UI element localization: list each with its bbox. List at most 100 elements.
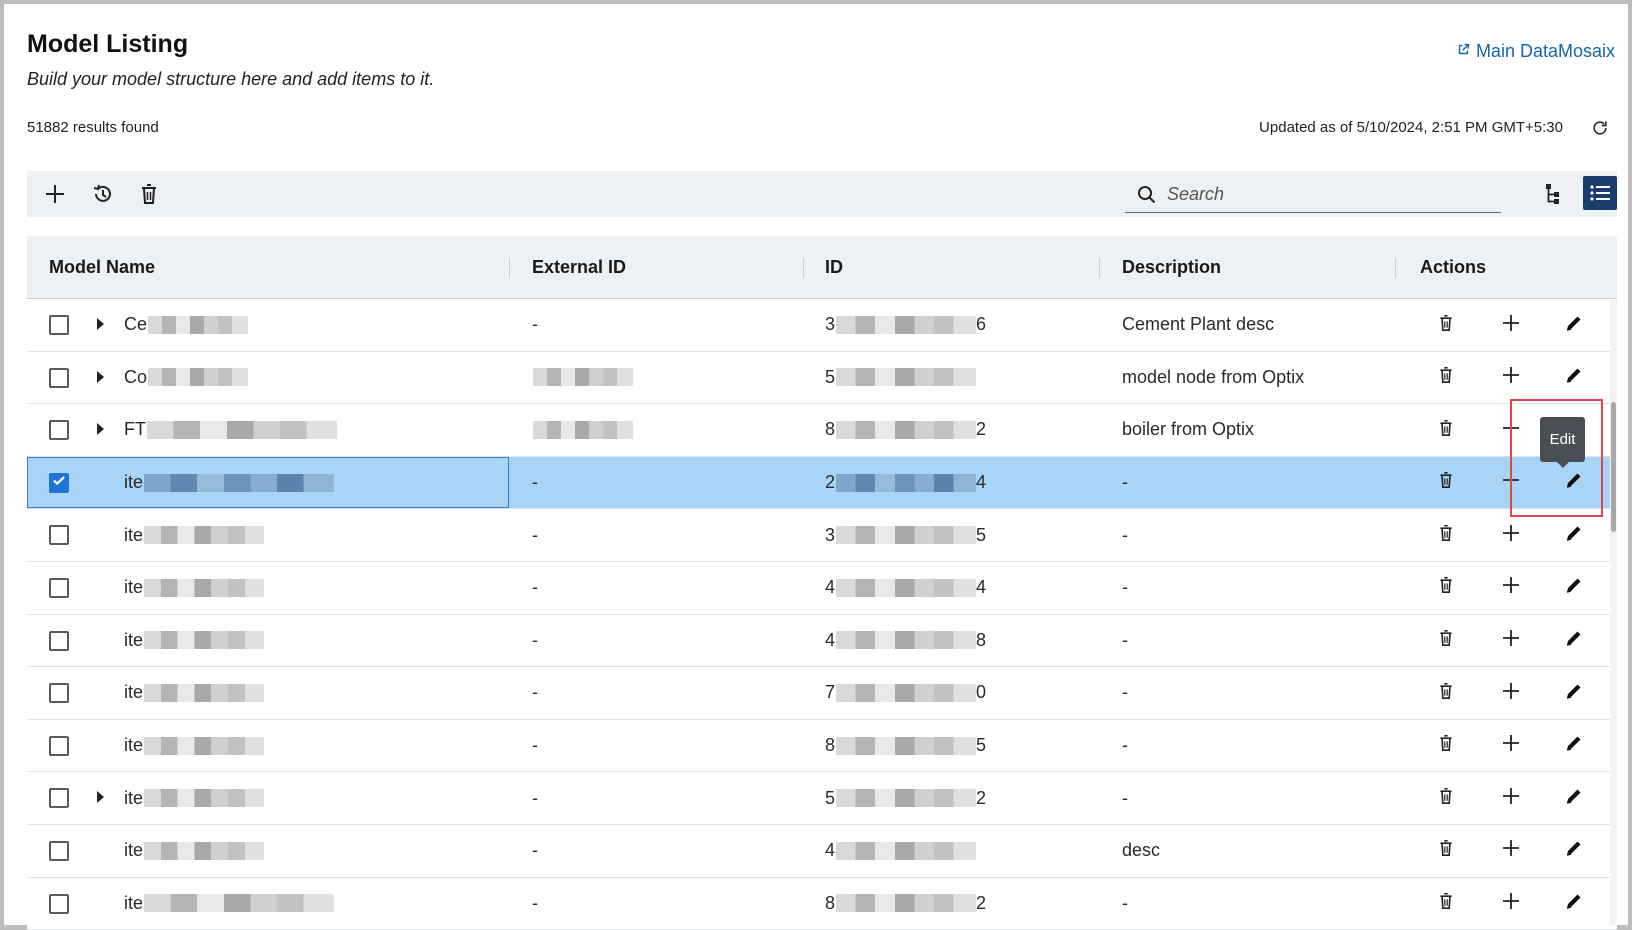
expand-caret-icon[interactable] xyxy=(97,791,104,804)
row-delete-button[interactable] xyxy=(1433,312,1459,338)
row-checkbox[interactable] xyxy=(49,893,69,914)
search-input[interactable] xyxy=(1167,184,1487,205)
redacted-value xyxy=(533,420,633,439)
main-datamosaix-link[interactable]: Main DataMosaix xyxy=(1456,41,1615,62)
col-actions: Actions xyxy=(1420,257,1487,277)
row-checkbox[interactable] xyxy=(49,577,69,598)
column-divider[interactable] xyxy=(803,258,804,278)
plus-icon xyxy=(1502,314,1520,337)
table-row[interactable]: ite -4 4- xyxy=(27,561,1617,615)
row-delete-button[interactable] xyxy=(1433,628,1459,654)
row-delete-button[interactable] xyxy=(1433,680,1459,706)
refresh-button[interactable] xyxy=(1588,116,1612,140)
redacted-value xyxy=(836,841,977,860)
description-cell: - xyxy=(1122,787,1128,808)
row-delete-button[interactable] xyxy=(1433,785,1459,811)
table-row[interactable]: ite -2 4- xyxy=(27,456,1617,510)
row-edit-button[interactable] xyxy=(1561,575,1587,601)
row-delete-button[interactable] xyxy=(1433,365,1459,391)
row-delete-button[interactable] xyxy=(1433,733,1459,759)
row-edit-button[interactable] xyxy=(1561,470,1587,496)
row-checkbox[interactable] xyxy=(49,840,69,861)
row-add-child-button[interactable] xyxy=(1498,680,1524,706)
col-id[interactable]: ID xyxy=(825,236,843,299)
row-delete-button[interactable] xyxy=(1433,417,1459,443)
scrollbar-thumb[interactable] xyxy=(1611,402,1616,532)
expand-caret-icon[interactable] xyxy=(97,370,104,383)
row-edit-button[interactable] xyxy=(1561,522,1587,548)
row-add-child-button[interactable] xyxy=(1498,417,1524,443)
model-name-text: FT xyxy=(124,419,146,440)
row-checkbox[interactable] xyxy=(49,735,69,756)
add-model-button[interactable] xyxy=(39,178,71,210)
row-add-child-button[interactable] xyxy=(1498,365,1524,391)
row-add-child-button[interactable] xyxy=(1498,628,1524,654)
table-row[interactable]: ite -8 5- xyxy=(27,719,1617,773)
pencil-icon xyxy=(1565,682,1583,705)
row-add-child-button[interactable] xyxy=(1498,522,1524,548)
row-add-child-button[interactable] xyxy=(1498,575,1524,601)
row-edit-button[interactable] xyxy=(1561,838,1587,864)
row-add-child-button[interactable] xyxy=(1498,470,1524,496)
table-row[interactable]: Co 5 model node from Optix xyxy=(27,351,1617,405)
row-checkbox[interactable] xyxy=(49,525,69,546)
row-edit-button[interactable] xyxy=(1561,628,1587,654)
plus-icon xyxy=(1502,471,1520,494)
table-row[interactable]: Ce -3 6 Cement Plant desc xyxy=(27,299,1617,352)
row-checkbox[interactable] xyxy=(49,630,69,651)
row-edit-button[interactable] xyxy=(1561,891,1587,917)
row-edit-button[interactable] xyxy=(1561,785,1587,811)
pencil-icon xyxy=(1565,524,1583,547)
external-id-cell: - xyxy=(532,509,802,561)
tree-view-button[interactable] xyxy=(1537,178,1571,210)
list-view-button[interactable] xyxy=(1583,176,1617,210)
table-row[interactable]: ite -3 5- xyxy=(27,509,1617,562)
row-checkbox[interactable] xyxy=(49,420,69,441)
expand-caret-icon[interactable] xyxy=(97,318,104,330)
row-checkbox[interactable] xyxy=(49,472,69,493)
table-row[interactable]: ite - 4 desc xyxy=(27,824,1617,878)
model-name-text: ite xyxy=(124,524,144,545)
col-description[interactable]: Description xyxy=(1122,236,1221,299)
search-field[interactable] xyxy=(1125,177,1501,213)
column-divider[interactable] xyxy=(1395,258,1396,278)
table-row[interactable]: ite -8 2- xyxy=(27,877,1617,930)
expand-caret-icon[interactable] xyxy=(97,423,104,436)
row-delete-button[interactable] xyxy=(1433,575,1459,601)
id-end-text: 2 xyxy=(976,787,987,808)
trash-icon xyxy=(1438,366,1454,389)
row-add-child-button[interactable] xyxy=(1498,733,1524,759)
external-id-cell: - xyxy=(532,667,802,719)
column-divider[interactable] xyxy=(1099,258,1100,278)
delete-selected-button[interactable] xyxy=(133,178,165,210)
row-delete-button[interactable] xyxy=(1433,891,1459,917)
main-link-label: Main DataMosaix xyxy=(1475,41,1615,61)
table-row[interactable]: FT 8 2 boiler from Optix xyxy=(27,404,1617,457)
row-edit-button[interactable] xyxy=(1561,680,1587,706)
row-checkbox[interactable] xyxy=(49,315,69,335)
pencil-icon xyxy=(1565,892,1583,915)
row-add-child-button[interactable] xyxy=(1498,785,1524,811)
column-divider[interactable] xyxy=(509,258,510,278)
row-add-child-button[interactable] xyxy=(1498,891,1524,917)
row-delete-button[interactable] xyxy=(1433,522,1459,548)
row-delete-button[interactable] xyxy=(1433,838,1459,864)
row-checkbox[interactable] xyxy=(49,367,69,388)
row-delete-button[interactable] xyxy=(1433,470,1459,496)
row-edit-button[interactable] xyxy=(1561,365,1587,391)
row-edit-button[interactable] xyxy=(1561,733,1587,759)
external-id-text: - xyxy=(532,524,538,545)
vertical-scrollbar[interactable] xyxy=(1610,300,1617,925)
table-row[interactable]: ite -4 8- xyxy=(27,614,1617,668)
col-model-name[interactable]: Model Name xyxy=(49,236,155,299)
row-checkbox[interactable] xyxy=(49,788,69,809)
row-edit-button[interactable] xyxy=(1561,312,1587,338)
restore-button[interactable] xyxy=(87,178,119,210)
col-external-id[interactable]: External ID xyxy=(532,236,626,299)
row-add-child-button[interactable] xyxy=(1498,312,1524,338)
table-row[interactable]: ite -5 2- xyxy=(27,772,1617,825)
row-add-child-button[interactable] xyxy=(1498,838,1524,864)
table-row[interactable]: ite -7 0- xyxy=(27,667,1617,720)
plus-icon xyxy=(1502,576,1520,599)
row-checkbox[interactable] xyxy=(49,683,69,704)
